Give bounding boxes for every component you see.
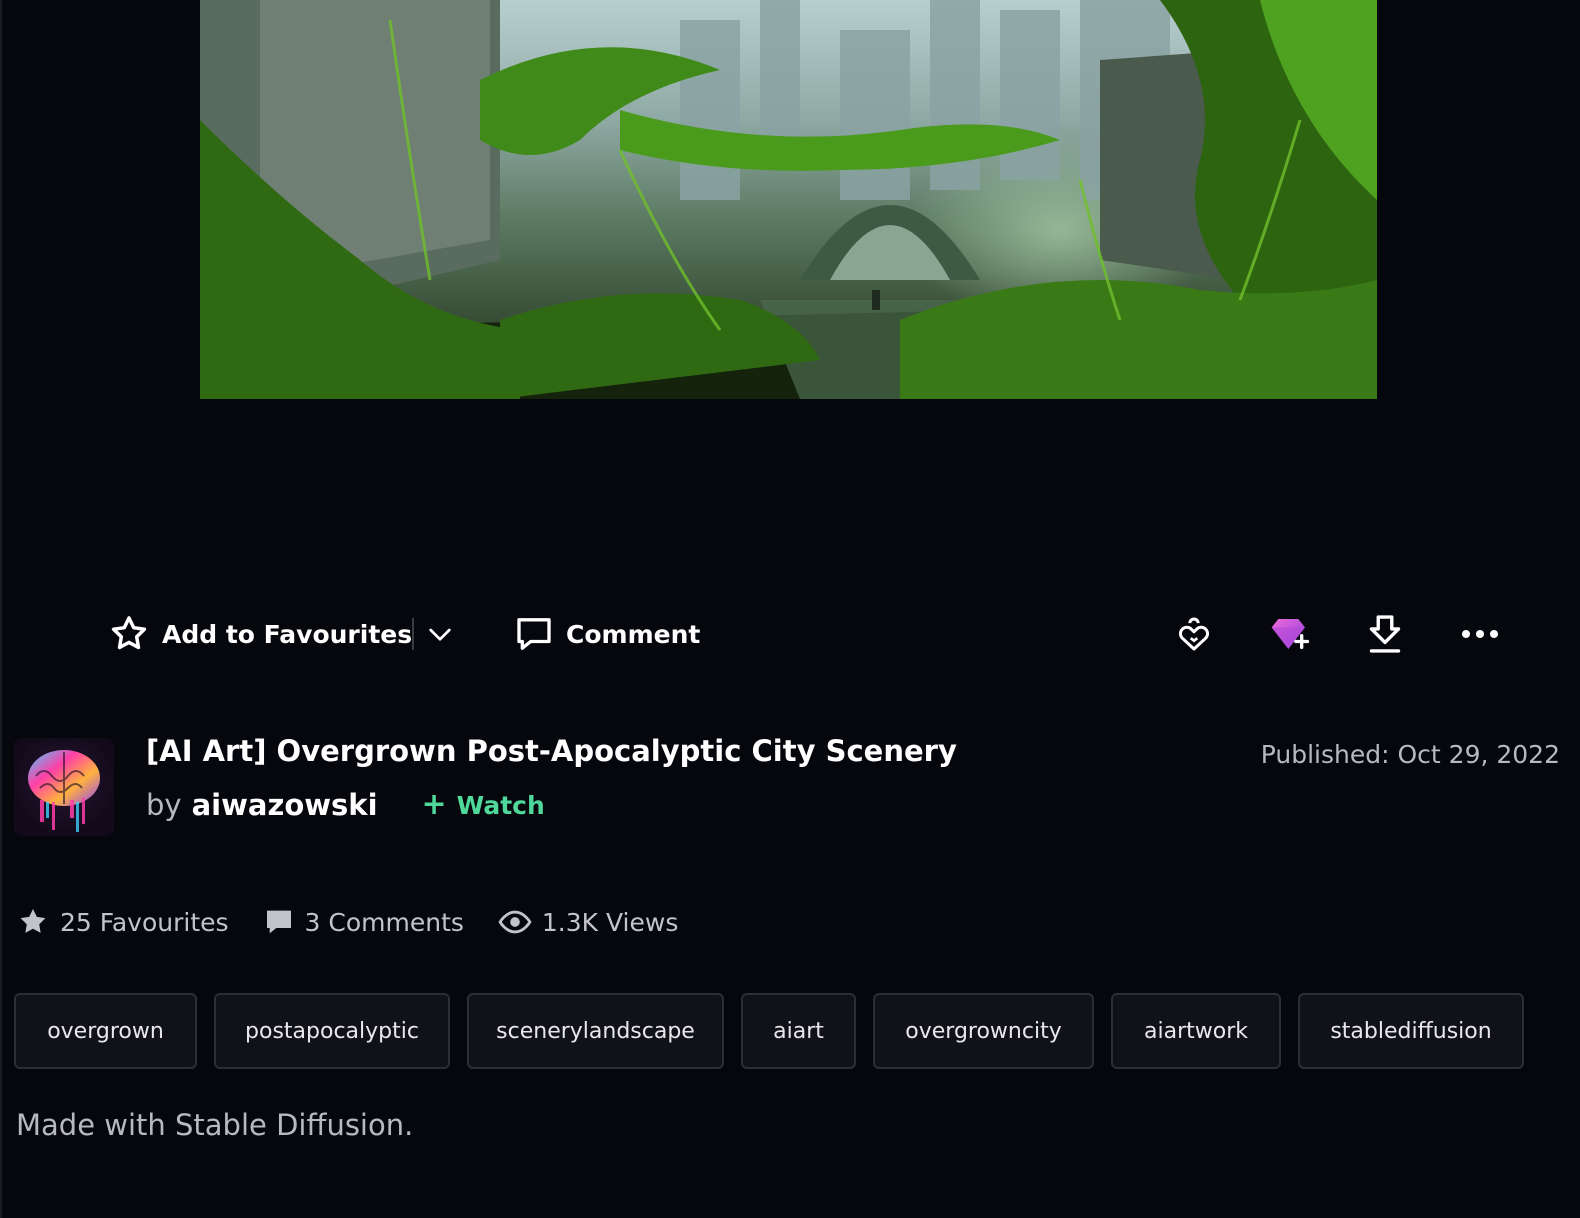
artwork-scene [200,0,1377,399]
eye-icon [498,910,532,934]
tag-postapocalyptic[interactable]: postapocalyptic [214,993,450,1069]
views-stat: 1.3K Views [498,905,678,939]
deviation-description: Made with Stable Diffusion. [16,1108,414,1142]
by-prefix: by [146,788,182,822]
tag-overgrowncity[interactable]: overgrowncity [873,993,1094,1069]
star-outline-icon [111,616,147,650]
tag-list: overgrown postapocalyptic scenerylandsca… [14,993,1541,1069]
author-link[interactable]: aiwazowski [192,788,378,822]
deviation-title: [AI Art] Overgrown Post-Apocalyptic City… [146,734,957,768]
star-icon [20,908,46,933]
author-avatar[interactable] [14,738,114,836]
favourites-dropdown-button[interactable] [424,618,456,650]
artwork-image[interactable] [200,0,1377,399]
tag-scenerylandscape[interactable]: scenerylandscape [467,993,724,1069]
action-divider [412,618,414,650]
comment-label: Comment [566,619,701,649]
gem-plus-icon [1271,619,1310,649]
comment-icon [266,910,291,934]
badge-button[interactable] [1172,612,1216,656]
download-icon [1369,615,1401,653]
watch-button[interactable]: + Watch [422,790,545,820]
plus-icon: + [421,787,447,822]
tag-stablediffusion[interactable]: stablediffusion [1298,993,1524,1069]
stats-row: 25 Favourites 3 Comments 1.3K Views [16,902,712,942]
give-core-button[interactable] [1268,612,1312,656]
more-options-button[interactable] [1458,612,1502,656]
chevron-down-icon [429,628,451,641]
more-dots-icon [1462,630,1498,638]
favourites-stat: 25 Favourites [16,905,229,939]
watch-label: Watch [456,790,545,820]
comments-count: 3 Comments [304,907,464,937]
action-bar: Add to Favourites Comment [108,608,1508,660]
published-date: Published: Oct 29, 2022 [1260,740,1560,769]
views-count: 1.3K Views [541,907,679,937]
download-button[interactable] [1363,612,1407,656]
tag-aiart[interactable]: aiart [741,993,856,1069]
heart-lock-icon [1179,617,1209,651]
comment-button[interactable]: Comment [514,608,700,660]
add-to-favourites-button[interactable]: Add to Favourites [108,608,412,660]
byline: by aiwazowski + Watch [146,788,545,822]
favourites-count: 25 Favourites [60,907,229,937]
speech-bubble-icon [517,618,551,650]
add-to-favourites-label: Add to Favourites [162,619,413,649]
comments-stat[interactable]: 3 Comments [263,906,464,938]
tag-overgrown[interactable]: overgrown [14,993,197,1069]
brain-avatar-image [28,750,100,832]
deviation-page: Add to Favourites Comment [AI Art] Overg… [0,0,1580,1218]
tag-aiartwork[interactable]: aiartwork [1111,993,1281,1069]
